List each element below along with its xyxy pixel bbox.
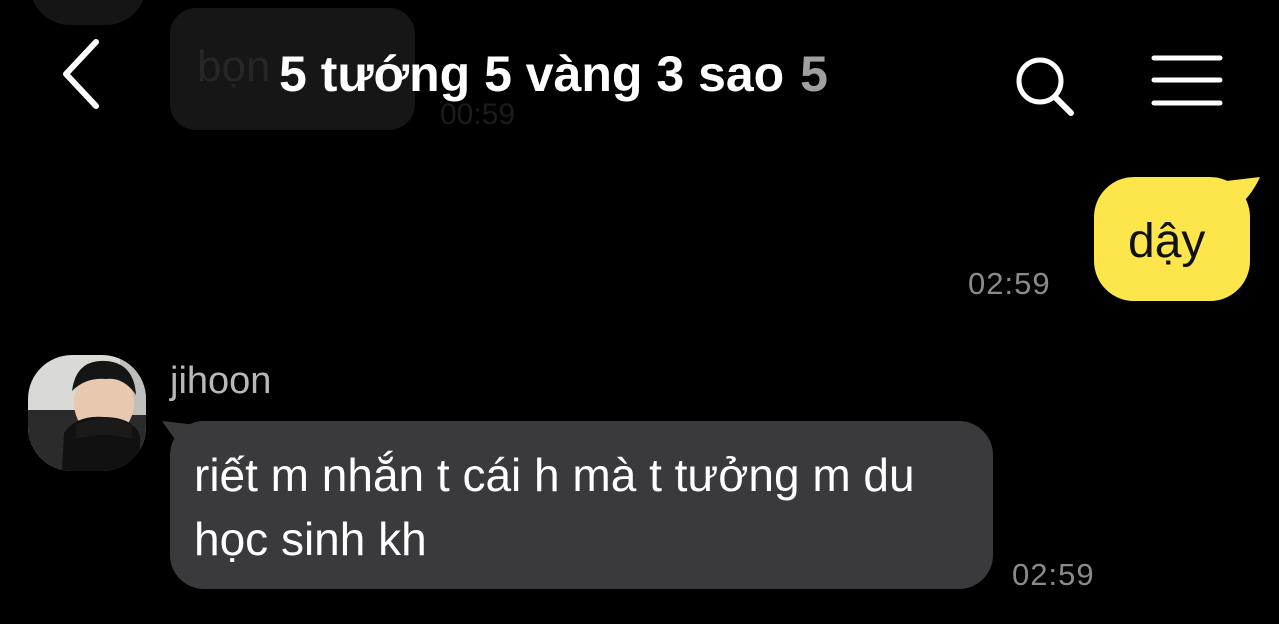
sender-name: jihoon	[170, 360, 272, 402]
chevron-left-icon	[63, 39, 99, 109]
outgoing-bubble-tail	[1226, 177, 1260, 209]
sender-avatar[interactable]	[28, 355, 146, 471]
incoming-message-time: 02:59	[1012, 557, 1095, 592]
search-icon	[1016, 57, 1074, 116]
outgoing-message-text: dậy	[1128, 215, 1206, 268]
back-button[interactable]	[56, 36, 112, 112]
chat-title-text: 5 tướng 5 vàng 3 sao	[279, 46, 785, 102]
search-button[interactable]	[1008, 50, 1082, 120]
chat-screen: bọn 00:59 5 tướng 5 vàng 3 sao 5 dậy 02:…	[0, 0, 1279, 624]
previous-message-text: bọn	[197, 42, 271, 91]
profile-photo	[28, 355, 146, 471]
incoming-message-text: riết m nhắn t cái h mà t tưởng m du học …	[194, 449, 915, 565]
menu-button[interactable]	[1150, 52, 1224, 112]
member-count: 5	[800, 46, 828, 102]
hamburger-menu-icon	[1151, 55, 1223, 106]
outgoing-message-time: 02:59	[968, 266, 1051, 301]
chat-title: 5 tướng 5 vàng 3 sao 5	[279, 44, 828, 104]
previous-avatar	[30, 0, 146, 25]
incoming-bubble-tail	[162, 421, 196, 453]
